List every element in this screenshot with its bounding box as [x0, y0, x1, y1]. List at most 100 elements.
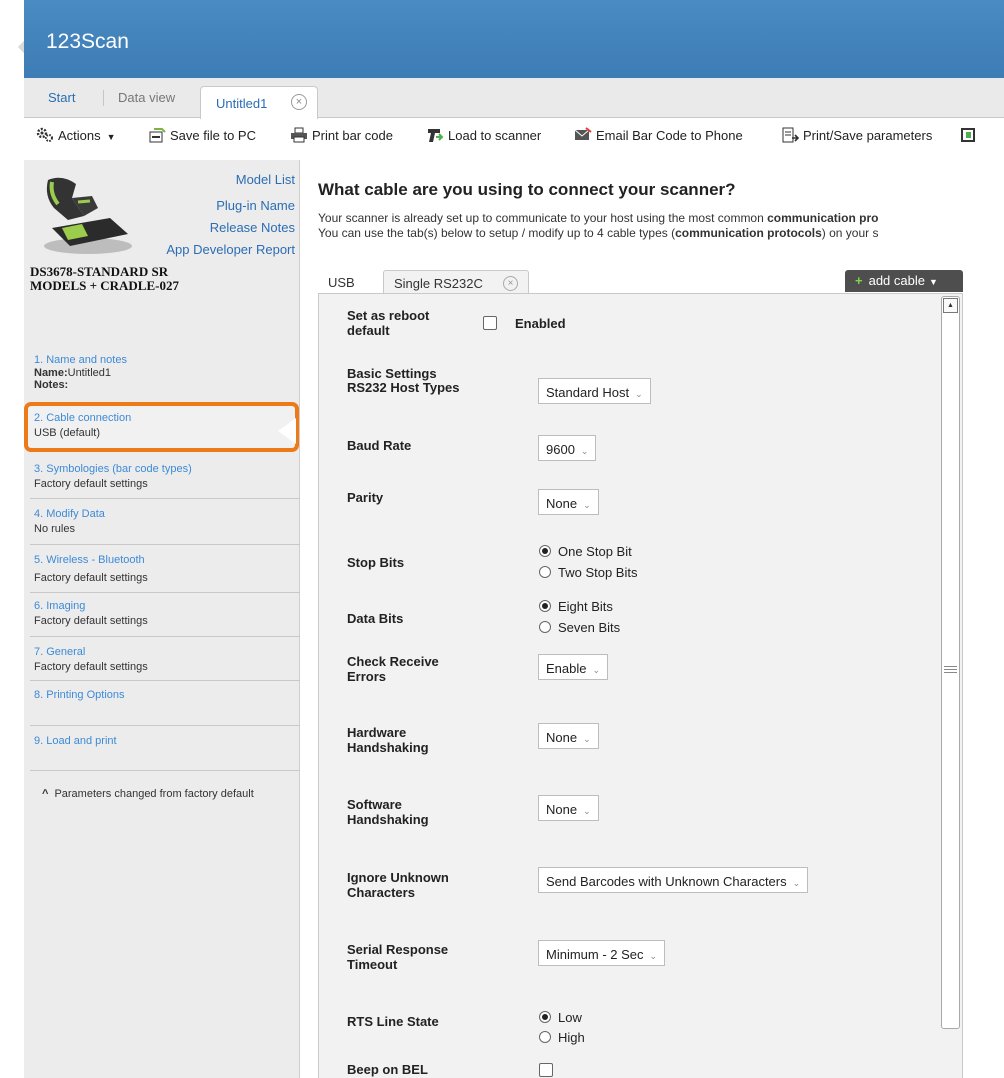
ignore-unknown-characters-value: Send Barcodes with Unknown Characters	[546, 874, 787, 889]
parity-select[interactable]: None ⌄	[538, 489, 599, 515]
beep-on-bel-checkbox[interactable]	[539, 1063, 553, 1077]
scroll-grip-icon[interactable]	[944, 666, 957, 676]
tab-data-view[interactable]: Data view	[118, 90, 175, 105]
footnote: ^ Parameters changed from factory default	[42, 788, 254, 800]
software-handshaking-select[interactable]: None ⌄	[538, 795, 599, 821]
serial-response-timeout-select[interactable]: Minimum - 2 Sec ⌄	[538, 940, 666, 966]
rts-low-radio[interactable]: Low	[539, 1010, 582, 1025]
export-icon	[961, 128, 975, 142]
step-divider	[30, 725, 300, 726]
data-bits-eight-radio[interactable]: Eight Bits	[539, 599, 613, 614]
check-receive-errors-select[interactable]: Enable ⌄	[538, 654, 609, 680]
footnote-text: Parameters changed from factory default	[54, 788, 254, 800]
email-barcode-button[interactable]: Email Bar Code to Phone	[574, 127, 743, 143]
email-icon	[574, 127, 592, 140]
app-title: 123Scan	[46, 30, 129, 53]
model-line-2: MODELS + CRADLE-027	[30, 278, 179, 293]
radio-unselected	[539, 566, 551, 578]
baud-rate-label: Baud Rate	[347, 438, 412, 453]
plugin-name-link[interactable]: Plug-in Name	[216, 198, 295, 213]
save-icon	[149, 128, 166, 143]
baud-rate-value: 9600	[546, 442, 575, 457]
cable-tab-usb[interactable]: USB	[318, 270, 365, 294]
close-tab-icon[interactable]: ×	[291, 94, 307, 110]
step-title: 6. Imaging	[34, 600, 86, 612]
print-barcode-button[interactable]: Print bar code	[290, 127, 393, 143]
stop-bits-label: Stop Bits	[347, 555, 405, 570]
load-scanner-label: Load to scanner	[448, 128, 542, 143]
tab-separator	[103, 90, 104, 106]
radio-selected	[539, 1011, 551, 1023]
selected-step-pointer	[278, 418, 296, 444]
step-divider	[30, 636, 300, 637]
ignore-unknown-characters-select[interactable]: Send Barcodes with Unknown Characters ⌄	[538, 867, 809, 893]
step-divider	[30, 544, 300, 545]
radio-unselected	[539, 1031, 551, 1043]
chevron-down-icon: ⌄	[649, 951, 658, 961]
rs232-host-types-select[interactable]: Standard Host ⌄	[538, 378, 651, 404]
radio-selected	[539, 600, 551, 612]
name-label: Name:	[34, 367, 68, 379]
hardware-handshaking-label: Hardware Handshaking	[347, 725, 429, 755]
step-name-row: Name:Untitled1	[34, 367, 111, 379]
close-cable-tab-icon[interactable]: ×	[503, 276, 518, 291]
serial-response-timeout-value: Minimum - 2 Sec	[546, 947, 644, 962]
rts-high-radio[interactable]: High	[539, 1030, 585, 1045]
document-icon	[782, 127, 799, 143]
chevron-down-icon: ⌄	[592, 665, 601, 675]
save-file-button[interactable]: Save file to PC	[148, 127, 256, 143]
stop-bits-two-radio[interactable]: Two Stop Bits	[539, 565, 637, 580]
print-save-params-button[interactable]: Print/Save parameters	[781, 127, 932, 143]
hardware-handshaking-select[interactable]: None ⌄	[538, 723, 599, 749]
tab-untitled1[interactable]: Untitled1 ×	[200, 86, 318, 119]
rs232-host-types-label: RS232 Host Types	[347, 380, 460, 395]
title-bar: 123Scan	[24, 0, 1004, 78]
software-handshaking-label: Software Handshaking	[347, 797, 429, 827]
step-divider	[30, 498, 300, 499]
toolbar: Actions ▼ Save file to PC Print bar code …	[24, 120, 1004, 156]
gears-icon	[36, 127, 53, 142]
step-cable-connection-highlight[interactable]: 2. Cable connection USB (default)	[24, 402, 299, 452]
step-title: 4. Modify Data	[34, 508, 105, 520]
notes-label: Notes:	[34, 379, 69, 391]
chevron-down-icon: ⌄	[583, 806, 591, 816]
release-notes-link[interactable]: Release Notes	[210, 220, 295, 235]
page-title: What cable are you using to connect your…	[318, 180, 736, 199]
desc1-bold: communication pro	[767, 211, 879, 225]
add-cable-button[interactable]: + add cable ▼	[845, 270, 963, 292]
load-scanner-button[interactable]: Load to scanner	[426, 127, 541, 143]
actions-label: Actions	[58, 128, 101, 143]
beep-on-bel-label: Beep on BEL	[347, 1062, 428, 1077]
more-toolbar-button[interactable]	[960, 127, 982, 143]
software-handshaking-value: None	[546, 802, 578, 817]
hardware-handshaking-value: None	[546, 730, 578, 745]
scanner-image	[44, 177, 132, 254]
reboot-default-checkbox[interactable]	[483, 316, 497, 330]
form-scrollbar[interactable]	[941, 296, 960, 1029]
cable-tab-rs232[interactable]: Single RS232C ×	[383, 270, 529, 295]
left-panel: Model List Plug-in Name Release Notes Ap…	[24, 160, 300, 1078]
chevron-down-icon: ⌄	[583, 500, 591, 510]
caret-down-icon: ▼	[928, 277, 938, 287]
actions-menu[interactable]: Actions ▼	[36, 127, 116, 143]
step-value: Factory default settings	[34, 661, 148, 673]
tab-untitled1-label: Untitled1	[216, 96, 268, 111]
stop-bits-one-radio[interactable]: One Stop Bit	[539, 544, 632, 559]
step-value: Factory default settings	[34, 572, 148, 584]
cable-tabs: USB Single RS232C × + add cable ▼	[318, 270, 963, 295]
baud-rate-select[interactable]: 9600 ⌄	[538, 435, 597, 461]
app-developer-report-link[interactable]: App Developer Report	[166, 242, 295, 257]
stop-bits-two-label: Two Stop Bits	[558, 565, 638, 580]
data-bits-seven-radio[interactable]: Seven Bits	[539, 620, 620, 635]
rts-line-state-label: RTS Line State	[347, 1014, 439, 1029]
desc2-bold: communication protocols	[675, 226, 822, 240]
plus-icon: +	[855, 273, 863, 288]
rts-high-label: High	[558, 1030, 585, 1045]
chevron-down-icon: ⌄	[580, 446, 589, 456]
print-barcode-label: Print bar code	[312, 128, 393, 143]
step-value: No rules	[34, 523, 75, 535]
tab-start[interactable]: Start	[48, 90, 75, 105]
tab-bar: Start Data view Untitled1 ×	[24, 78, 1004, 119]
scroll-up-arrow-icon[interactable]: ▲	[943, 298, 958, 313]
model-list-link[interactable]: Model List	[236, 172, 295, 187]
